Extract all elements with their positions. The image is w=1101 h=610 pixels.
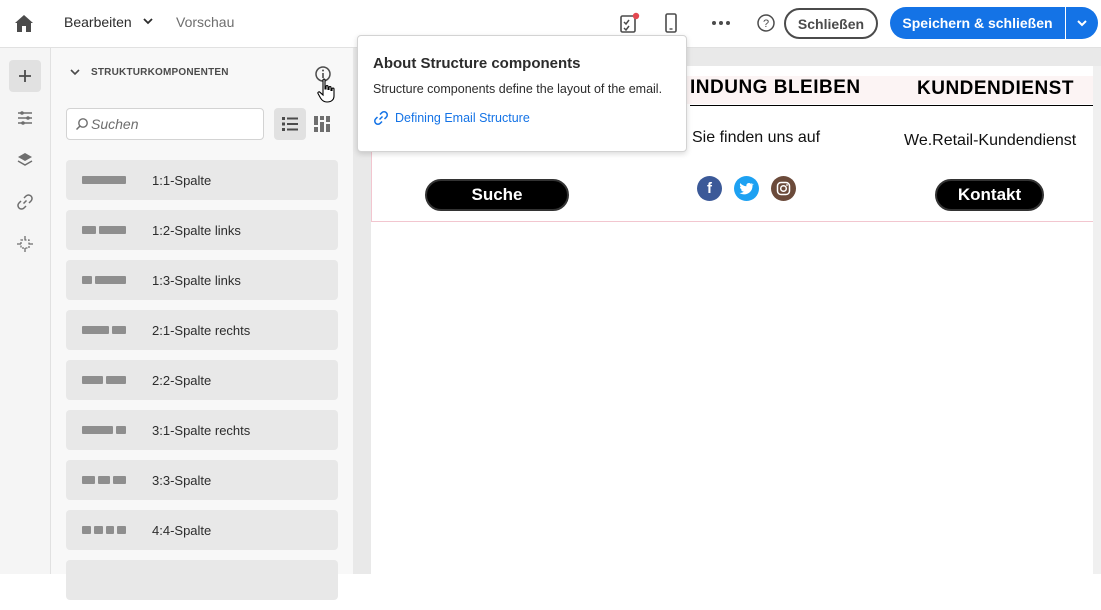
list-view-icon [282, 117, 298, 131]
panel-title: STRUKTURKOMPONENTEN [91, 66, 229, 78]
canvas-scrollbar[interactable] [1093, 66, 1101, 574]
twitter-bird-icon [739, 182, 754, 195]
column-layout-icon [82, 276, 136, 284]
rail-settings[interactable] [9, 102, 41, 134]
tab-edit[interactable]: Bearbeiten [64, 14, 132, 30]
column-block [82, 226, 96, 234]
structure-component-label: 1:2-Spalte links [152, 222, 241, 238]
instagram-glyph-icon [776, 181, 791, 196]
structure-component-item[interactable]: 2:1-Spalte rechts [66, 310, 338, 350]
structure-component-item[interactable]: 1:1-Spalte [66, 160, 338, 200]
structure-component-label: 3:3-Spalte [152, 472, 212, 488]
popover-text: Structure components define the layout o… [373, 82, 663, 96]
grid-view-icon [314, 116, 330, 132]
structure-component-label: 1:3-Spalte links [152, 272, 241, 288]
column-layout-icon [82, 476, 136, 484]
text-find-us[interactable]: Sie finden uns auf [692, 129, 820, 147]
chevron-down-icon[interactable] [141, 14, 155, 28]
facebook-icon[interactable]: f [697, 176, 722, 201]
structure-component-item[interactable]: 3:1-Spalte rechts [66, 410, 338, 450]
popover-link[interactable]: Defining Email Structure [373, 110, 530, 126]
column-layout-icon [82, 376, 136, 384]
panel-header[interactable]: STRUKTURKOMPONENTEN [69, 66, 229, 78]
column-block [82, 176, 126, 184]
save-options-button[interactable] [1066, 7, 1098, 39]
add-icon [19, 70, 31, 82]
close-button[interactable]: Schließen [784, 8, 878, 39]
sliders-icon [18, 111, 32, 125]
heading-stay-connected[interactable]: INDUNG BLEIBEN [690, 77, 861, 99]
popover-link-label[interactable]: Defining Email Structure [395, 111, 530, 125]
column-block [113, 476, 126, 484]
home-icon[interactable] [12, 12, 36, 36]
column-block [82, 326, 110, 334]
rail-layers[interactable] [9, 144, 41, 176]
tab-preview[interactable]: Vorschau [176, 14, 234, 30]
column-layout-icon [82, 176, 136, 184]
column-block [82, 526, 91, 534]
column-block [93, 526, 103, 534]
structure-components-panel: STRUKTURKOMPONENTEN 1:1-Spalte 1:2-Spalte… [51, 48, 353, 600]
search-email-button[interactable]: Suche [425, 179, 569, 211]
structure-component-item[interactable]: 4:4-Spalte [66, 510, 338, 550]
svg-text:?: ? [763, 18, 769, 30]
column-layout-icon [82, 326, 136, 334]
heading-divider [690, 105, 1094, 106]
structure-component-item[interactable]: 1:2-Spalte links [66, 210, 338, 250]
structure-info-popover: About Structure components Structure com… [357, 35, 687, 152]
twitter-icon[interactable] [734, 176, 759, 201]
text-customer-service[interactable]: We.Retail-Kundendienst [904, 132, 1076, 150]
search-field[interactable] [66, 108, 264, 140]
column-block [82, 426, 113, 434]
structure-component-item[interactable]: 1:3-Spalte links [66, 260, 338, 300]
structure-component-item[interactable] [66, 560, 338, 600]
layers-icon [17, 153, 33, 166]
structure-component-label: 1:1-Spalte [152, 172, 212, 188]
more-icon[interactable] [710, 12, 732, 34]
save-and-close-button[interactable]: Speichern & schließen [890, 7, 1065, 39]
heading-customer-service[interactable]: KUNDENDIENST [917, 78, 1074, 100]
column-block [105, 376, 126, 384]
instagram-icon[interactable] [771, 176, 796, 201]
hand-cursor-icon [317, 78, 335, 103]
column-layout-icon [82, 426, 136, 434]
structure-component-label: 2:2-Spalte [152, 372, 212, 388]
search-input[interactable] [91, 116, 261, 132]
column-layout-icon [82, 526, 136, 534]
column-block [95, 276, 126, 284]
column-block [82, 276, 93, 284]
link-icon [374, 111, 388, 125]
structure-component-item[interactable]: 2:2-Spalte [66, 360, 338, 400]
column-block [115, 426, 126, 434]
chevron-down-icon [70, 69, 80, 76]
column-layout-icon [82, 226, 136, 234]
structure-component-item[interactable]: 3:3-Spalte [66, 460, 338, 500]
search-icon [75, 118, 88, 131]
contact-email-button[interactable]: Kontakt [935, 179, 1044, 211]
column-block [112, 326, 126, 334]
grid-view-button[interactable] [306, 108, 338, 140]
column-block [97, 476, 111, 484]
rail-personalization[interactable] [9, 228, 41, 260]
rail-links[interactable] [9, 186, 41, 218]
column-block [82, 376, 103, 384]
column-block [105, 526, 115, 534]
link-icon [17, 194, 33, 210]
target-icon [17, 236, 33, 252]
popover-title: About Structure components [373, 55, 581, 72]
component-list: 1:1-Spalte 1:2-Spalte links 1:3-Spalte lin… [66, 160, 338, 610]
structure-component-label: 2:1-Spalte rechts [152, 322, 251, 338]
structure-component-label: 4:4-Spalte [152, 522, 212, 538]
structure-component-label: 3:1-Spalte rechts [152, 422, 251, 438]
help-icon[interactable]: ? [755, 12, 777, 34]
column-block [98, 226, 126, 234]
left-rail [0, 48, 51, 574]
list-view-button[interactable] [274, 108, 306, 140]
column-block [117, 526, 126, 534]
checklist-icon[interactable] [618, 12, 640, 34]
mobile-preview-icon[interactable] [660, 12, 682, 34]
column-block [82, 476, 95, 484]
chevron-down-icon [1077, 20, 1087, 27]
rail-add[interactable] [9, 60, 41, 92]
